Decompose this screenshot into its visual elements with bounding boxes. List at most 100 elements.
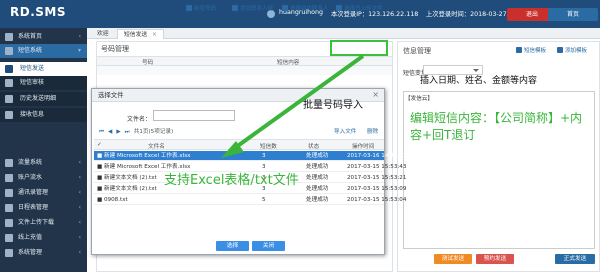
- check-icon: [5, 79, 13, 87]
- inbox-icon: [5, 111, 13, 119]
- template-icon: [516, 47, 522, 53]
- row-checkbox[interactable]: ■: [97, 173, 102, 183]
- list-icon: [5, 174, 13, 182]
- file-table-header: ✓ 文件名 短信数 状态 操作时间: [94, 139, 384, 150]
- tab-welcome[interactable]: 欢迎: [91, 29, 115, 39]
- row-checkbox[interactable]: ■: [97, 184, 102, 194]
- cell-count: 3: [262, 164, 266, 170]
- add-number-link[interactable]: 新增号码: [186, 4, 216, 12]
- file-table-row[interactable]: ■ 新建 Microsoft Excel 工作表.xlsx 3 处理成功 2017-03…: [94, 151, 406, 161]
- close-button[interactable]: 关闭: [252, 241, 285, 251]
- sidebar-item[interactable]: 日程表管理 ‹: [0, 201, 87, 215]
- chevron-left-icon: ‹: [78, 174, 81, 181]
- annotation-support-files: 支持Excel表格/txt文件: [164, 173, 299, 188]
- schedule-send-button[interactable]: 预约发送: [476, 254, 514, 264]
- chevron-left-icon: ‹: [78, 234, 81, 241]
- annotation-edit-content: 编辑短信内容：【公司简称】+内容+回T退订: [410, 111, 583, 142]
- sidebar-item-label: 历史发送明细: [20, 95, 57, 102]
- sidebar-item[interactable]: 系统管理 ‹: [0, 246, 87, 260]
- last-page-icon[interactable]: ⏭: [125, 129, 130, 136]
- send-button[interactable]: 正式发送: [555, 254, 595, 264]
- tab-strip: 欢迎 短信发送 ×: [87, 28, 600, 39]
- chevron-left-icon: ‹: [78, 33, 81, 40]
- chevron-left-icon: ‹: [78, 249, 81, 256]
- col-status: 状态: [308, 144, 320, 150]
- sms-template-label: 短信模板: [524, 48, 547, 54]
- delete-link[interactable]: 删除: [367, 127, 378, 135]
- cell-count: 5: [262, 197, 266, 203]
- cell-time: 2017-03-15 15:53:43: [347, 164, 407, 170]
- sidebar-item[interactable]: 账户流水 ‹: [0, 171, 87, 185]
- sidebar-item[interactable]: 短信系统 ▾: [0, 44, 87, 58]
- cell-status: 处理成功: [306, 197, 329, 203]
- tab-close-icon[interactable]: ×: [152, 32, 157, 38]
- sidebar-item-label: 系统管理: [18, 249, 43, 256]
- sidebar-item-label: 通讯录管理: [18, 189, 49, 196]
- yen-icon: [5, 234, 13, 242]
- home-icon: [5, 33, 13, 41]
- close-icon[interactable]: ×: [372, 89, 379, 101]
- col-number: 号码: [142, 60, 154, 66]
- cell-time: 2017-03-15 15:53:21: [347, 175, 407, 181]
- chevron-left-icon: ‹: [78, 189, 81, 196]
- sidebar-item[interactable]: 系统首页 ‹: [0, 30, 87, 44]
- sms-template-link[interactable]: 短信模板: [516, 46, 546, 54]
- sidebar-item[interactable]: 短信发送: [0, 62, 87, 76]
- sidebar-item[interactable]: 文件上传下载 ‹: [0, 216, 87, 230]
- tab-sms-send[interactable]: 短信发送 ×: [117, 29, 164, 39]
- sidebar-item-label: 线上充值: [18, 234, 43, 241]
- cell-name: 新建文本文档 (2).txt: [104, 186, 157, 192]
- check-icon[interactable]: ✓: [97, 142, 102, 148]
- chevron-left-icon: ‹: [78, 219, 81, 226]
- first-page-icon[interactable]: ⏮: [99, 129, 104, 136]
- next-page-icon[interactable]: ▶: [116, 129, 120, 135]
- plus-icon: [186, 5, 192, 11]
- row-checkbox[interactable]: ■: [97, 162, 102, 172]
- highlight-box: [330, 40, 388, 56]
- sidebar-item-label: 日程表管理: [18, 204, 49, 211]
- calendar-icon: [5, 204, 13, 212]
- cell-status: 处理成功: [306, 153, 329, 159]
- select-button[interactable]: 选择: [216, 241, 249, 251]
- sidebar-item[interactable]: 通讯录管理 ‹: [0, 186, 87, 200]
- sidebar-item-label: 文件上传下载: [18, 219, 55, 226]
- sidebar-item-label: 账户流水: [18, 174, 43, 181]
- send-icon: [5, 65, 13, 73]
- cell-status: 处理成功: [306, 164, 329, 170]
- filename-input[interactable]: [153, 110, 235, 121]
- cell-name: 新建 Microsoft Excel 工作表.xlsx: [104, 164, 191, 170]
- col-filename: 文件名: [148, 144, 165, 150]
- sidebar-item[interactable]: 短信审核: [0, 76, 87, 90]
- cell-time: 2017-03-15 15:53:04: [347, 197, 407, 203]
- cell-time: 2017-03-16 14:43:03: [347, 153, 407, 159]
- test-send-button[interactable]: 测试发送: [434, 254, 472, 264]
- col-time: 操作时间: [352, 144, 375, 150]
- sidebar-item[interactable]: 接收信息: [0, 108, 87, 122]
- add-template-link[interactable]: 添加模板: [557, 46, 587, 54]
- prev-page-icon[interactable]: ◀: [108, 129, 112, 135]
- add-template-label: 添加模板: [565, 48, 588, 54]
- sidebar-item-label: 接收信息: [20, 111, 45, 118]
- home-button[interactable]: 首页: [548, 8, 598, 21]
- file-table-row[interactable]: ■ 新建 Microsoft Excel 工作表.xlsx 3 处理成功 2017-03…: [94, 162, 406, 172]
- grid-empty-row: [97, 66, 392, 75]
- sidebar-item[interactable]: 历史发送明细: [0, 92, 87, 106]
- add-number-label: 新增号码: [194, 6, 217, 12]
- sidebar-item[interactable]: 线上充值 ‹: [0, 231, 87, 245]
- gear-icon: [5, 249, 13, 257]
- row-checkbox[interactable]: ■: [97, 195, 102, 205]
- row-checkbox[interactable]: ■: [97, 151, 102, 161]
- import-file-link[interactable]: 导入文件: [334, 127, 356, 135]
- add-contact-group-link[interactable]: 添加联系人组: [232, 4, 273, 12]
- sidebar-item[interactable]: 流量系统 ‹: [0, 156, 87, 170]
- number-grid-header: 号码 短信内容: [97, 56, 392, 66]
- envelope-icon: [5, 47, 13, 55]
- sidebar-item-label: 流量系统: [18, 159, 43, 166]
- sidebar-item-label: 系统首页: [18, 33, 43, 40]
- annotation-insert-vars: 插入日期、姓名、金额等内容: [420, 76, 538, 86]
- cell-name: 新建 Microsoft Excel 工作表.xlsx: [104, 153, 191, 159]
- select-group-contacts-link[interactable]: 选择组内联系人: [282, 4, 329, 12]
- file-table-row[interactable]: ■ 0908.txt 5 处理成功 2017-03-15 15:53:04: [94, 195, 406, 205]
- plus-icon: [557, 47, 563, 53]
- select-uploaded-file-link[interactable]: 选择日上传文件: [336, 4, 383, 12]
